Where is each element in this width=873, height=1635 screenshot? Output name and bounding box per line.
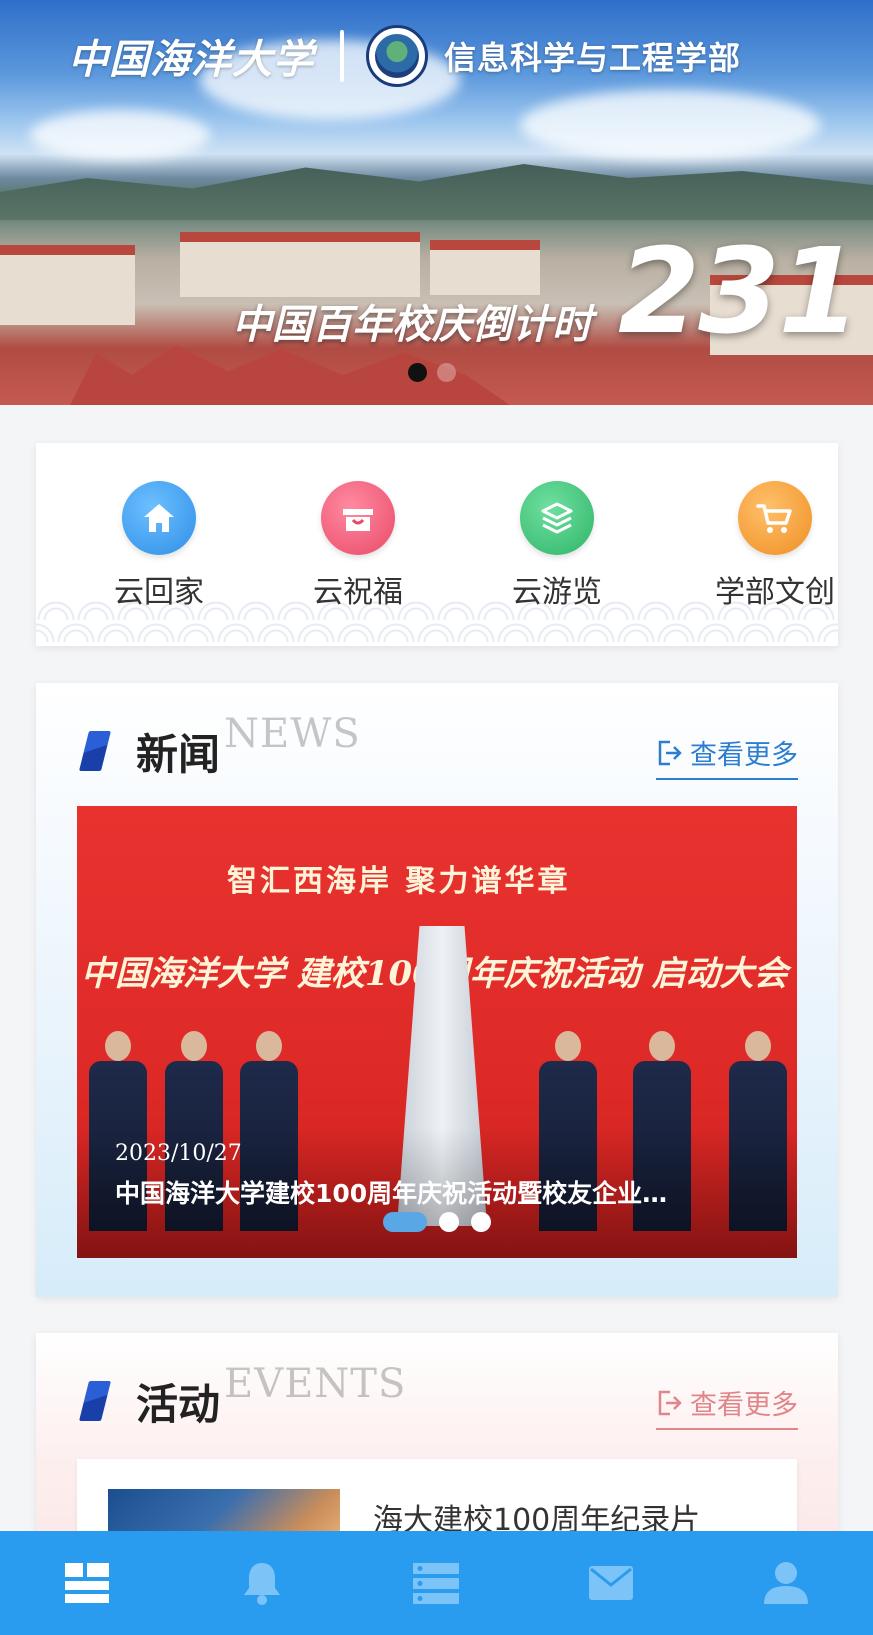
quick-link-shop[interactable]: 学部文创	[700, 481, 838, 611]
list-icon	[413, 1563, 460, 1604]
news-date: 2023/10/27	[115, 1141, 242, 1166]
bell-icon	[243, 1563, 280, 1605]
mountains-decoration	[0, 164, 873, 220]
news-section: 新闻 NEWS 查看更多 智汇西海岸 聚力谱华章 中国海洋大学 建校100周年庆…	[36, 683, 838, 1297]
countdown-value: 231	[618, 222, 860, 360]
events-ghost-title: EVENTS	[224, 1361, 407, 1407]
tab-profile[interactable]	[698, 1531, 873, 1635]
news-title: 新闻	[136, 729, 221, 779]
school-name: 中国海洋大学	[68, 36, 314, 83]
quick-link-label: 学部文创	[715, 575, 835, 610]
carousel-dot[interactable]	[471, 1212, 491, 1232]
dashboard-icon	[65, 1563, 110, 1603]
tab-messages[interactable]	[524, 1531, 699, 1635]
quick-link-label: 云游览	[512, 575, 602, 610]
quick-link-label: 云回家	[114, 575, 204, 610]
news-carousel-dots[interactable]	[383, 1212, 491, 1232]
carousel-dot[interactable]	[439, 1212, 459, 1232]
carousel-dot-active[interactable]	[383, 1212, 427, 1232]
university-logo: 中国海洋大学 信息科学与工程学部	[68, 25, 742, 87]
building-decoration	[430, 240, 540, 295]
section-marker-icon	[79, 1381, 111, 1421]
hero-carousel-dots[interactable]	[408, 363, 456, 382]
logo-divider	[340, 30, 344, 82]
building-decoration	[180, 232, 420, 297]
news-carousel-slide[interactable]: 智汇西海岸 聚力谱华章 中国海洋大学 建校100周年庆祝活动 启动大会 2023…	[77, 806, 797, 1258]
layers-icon	[520, 481, 594, 555]
events-header: 活动 EVENTS	[79, 1361, 405, 1431]
countdown-label: 中国百年校庆倒计时	[232, 302, 592, 348]
user-icon	[763, 1562, 808, 1604]
quick-link-blessing[interactable]: 云祝福	[288, 481, 428, 611]
quick-link-home[interactable]: 云回家	[89, 481, 229, 611]
news-header: 新闻 NEWS	[79, 711, 360, 781]
events-view-more-link[interactable]: 查看更多	[656, 1383, 798, 1430]
tab-notifications[interactable]	[175, 1531, 350, 1635]
carousel-dot[interactable]	[437, 363, 456, 382]
quick-link-tour[interactable]: 云游览	[487, 481, 627, 611]
view-more-label: 查看更多	[690, 1390, 798, 1421]
external-link-icon	[658, 1390, 682, 1415]
events-title: 活动	[136, 1379, 221, 1429]
cloud-decoration	[520, 90, 820, 160]
news-ghost-title: NEWS	[224, 711, 361, 757]
tab-list[interactable]	[349, 1531, 524, 1635]
tab-home[interactable]	[0, 1531, 175, 1635]
quick-link-label: 云祝福	[313, 575, 403, 610]
banner-slogan: 智汇西海岸 聚力谱华章	[227, 864, 571, 899]
news-headline[interactable]: 中国海洋大学建校100周年庆祝活动暨校友企业…	[115, 1174, 725, 1210]
home-icon	[122, 481, 196, 555]
external-link-icon	[658, 740, 682, 765]
quick-links-card: 云回家 云祝福 云游览 学部文创	[36, 443, 838, 646]
news-view-more-link[interactable]: 查看更多	[656, 733, 798, 780]
section-marker-icon	[79, 731, 111, 771]
hero-banner[interactable]: 中国海洋大学 信息科学与工程学部 中国百年校庆倒计时 231	[0, 0, 873, 405]
carousel-dot-active[interactable]	[408, 363, 427, 382]
view-more-label: 查看更多	[690, 740, 798, 771]
department-name: 信息科学与工程学部	[444, 39, 742, 77]
mail-icon	[589, 1566, 634, 1600]
department-seal-icon	[366, 25, 428, 87]
cart-icon	[738, 481, 812, 555]
cloud-decoration	[30, 110, 210, 160]
bottom-tab-bar	[0, 1531, 873, 1635]
building-decoration	[0, 245, 135, 325]
gift-icon	[321, 481, 395, 555]
